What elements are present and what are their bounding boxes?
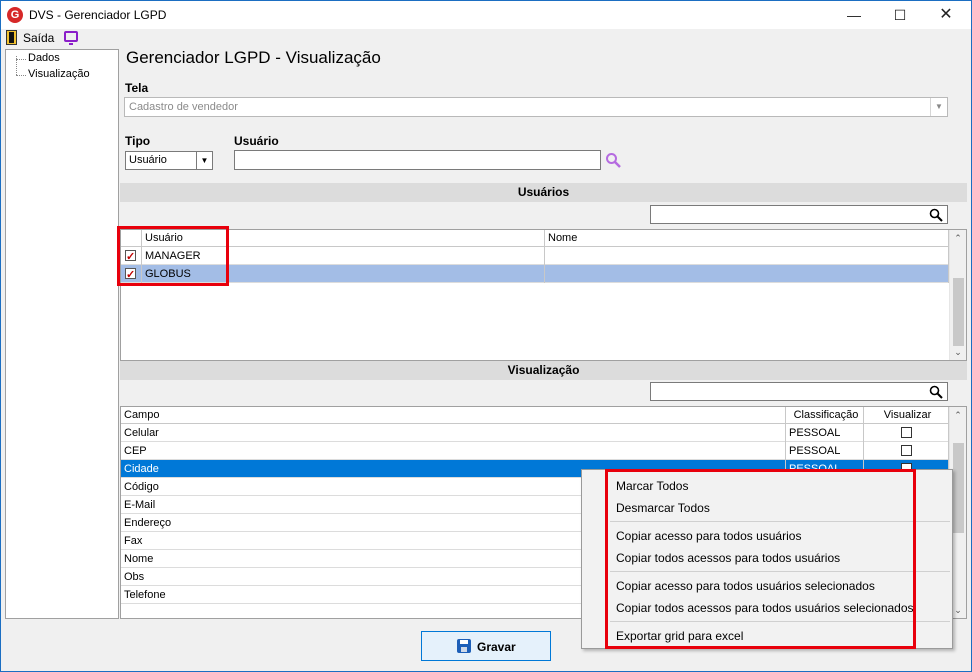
page-title: Gerenciador LGPD - Visualização — [126, 48, 381, 67]
tipo-select-value: Usuário — [129, 154, 167, 166]
search-icon[interactable] — [929, 208, 943, 222]
scroll-up-icon[interactable]: ⌃ — [950, 230, 966, 246]
checkbox[interactable] — [901, 427, 912, 438]
chevron-down-icon[interactable]: ▼ — [196, 152, 212, 169]
usuarios-section-header: Usuários — [120, 183, 967, 202]
scroll-up-icon[interactable]: ⌃ — [950, 407, 966, 423]
highlight-box — [605, 469, 916, 649]
row-campo: Celular — [121, 424, 786, 442]
tree-item-visualizacao[interactable]: Visualização — [28, 68, 90, 80]
visualizacao-section-header: Visualização — [120, 361, 967, 380]
usuario-label: Usuário — [234, 134, 279, 148]
vertical-scrollbar[interactable]: ⌃ ⌄ — [949, 230, 966, 360]
app-logo-icon: G — [7, 7, 23, 23]
minimize-button[interactable]: — — [831, 1, 877, 29]
table-row[interactable]: MANAGER — [121, 247, 949, 265]
search-icon[interactable] — [605, 152, 621, 168]
checkbox[interactable] — [901, 445, 912, 456]
row-visualizar[interactable] — [864, 442, 949, 460]
tree-item-dados[interactable]: Dados — [28, 52, 60, 64]
column-header-nome[interactable]: Nome — [545, 230, 949, 247]
menu-saida[interactable]: Saída — [23, 31, 54, 45]
row-classificacao: PESSOAL — [786, 442, 864, 460]
column-header-campo[interactable]: Campo — [121, 407, 786, 424]
row-visualizar[interactable] — [864, 424, 949, 442]
row-campo: CEP — [121, 442, 786, 460]
gravar-button[interactable]: Gravar — [421, 631, 551, 661]
scroll-thumb[interactable] — [953, 443, 964, 533]
tree-connector — [16, 59, 26, 60]
scroll-down-icon[interactable]: ⌄ — [950, 344, 966, 360]
row-nome — [545, 247, 949, 265]
tela-select[interactable]: Cadastro de vendedor ▼ — [124, 97, 948, 117]
grid-header: Campo Classificação Visualizar — [121, 407, 966, 424]
usuarios-filter-input[interactable] — [650, 205, 948, 224]
column-header-visualizar[interactable]: Visualizar — [864, 407, 949, 424]
close-button[interactable]: ✕ — [923, 1, 969, 29]
usuario-input[interactable] — [234, 150, 601, 170]
monitor-icon[interactable] — [64, 31, 78, 45]
grid-header: Usuário Nome — [121, 230, 966, 247]
save-icon — [457, 639, 471, 653]
exit-door-icon[interactable] — [6, 30, 17, 45]
column-header-classificacao[interactable]: Classificação — [786, 407, 864, 424]
gravar-label: Gravar — [477, 640, 516, 654]
highlight-box — [117, 226, 229, 286]
tipo-label: Tipo — [125, 134, 151, 148]
table-row[interactable]: CEP PESSOAL — [121, 442, 949, 460]
tela-select-value: Cadastro de vendedor — [129, 101, 238, 113]
chevron-down-icon[interactable]: ▼ — [930, 98, 947, 116]
search-icon[interactable] — [929, 385, 943, 399]
window-title: DVS - Gerenciador LGPD — [29, 8, 167, 22]
navigation-tree: Dados Visualização — [5, 49, 119, 619]
usuarios-grid: Usuário Nome MANAGER GLOBUS ⌃ ⌄ — [120, 229, 967, 361]
menu-bar: Saída — [1, 29, 971, 47]
row-classificacao: PESSOAL — [786, 424, 864, 442]
maximize-button[interactable]: ☐ — [877, 1, 923, 29]
table-row[interactable]: GLOBUS — [121, 265, 949, 283]
row-nome — [545, 265, 949, 283]
app-window: G DVS - Gerenciador LGPD — ☐ ✕ Saída Dad… — [0, 0, 972, 672]
scroll-thumb[interactable] — [953, 278, 964, 346]
table-row[interactable]: Celular PESSOAL — [121, 424, 949, 442]
tipo-select[interactable]: Usuário ▼ — [125, 151, 213, 170]
title-bar: G DVS - Gerenciador LGPD — ☐ ✕ — [1, 1, 971, 29]
tela-label: Tela — [125, 81, 149, 95]
tree-connector — [16, 75, 26, 76]
visualizacao-filter-input[interactable] — [650, 382, 948, 401]
